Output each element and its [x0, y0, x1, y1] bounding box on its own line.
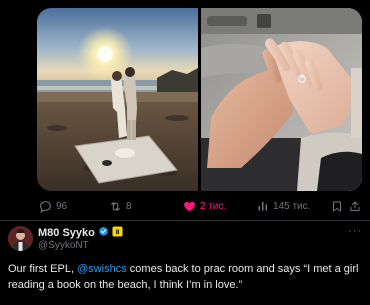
affiliate-badge-icon[interactable]: 8	[112, 224, 123, 242]
author-name[interactable]: M80 Syyko	[38, 227, 95, 239]
holding-hands-photo[interactable]	[201, 8, 362, 191]
mention-link[interactable]: @swishcs	[77, 263, 127, 275]
verified-badge-icon	[98, 224, 109, 242]
views-bar-icon	[258, 202, 267, 211]
views-button[interactable]: 145 тис.	[257, 197, 310, 215]
repost-button[interactable]: 8	[109, 197, 132, 215]
views-count: 145 тис.	[273, 200, 311, 212]
bookmark-button[interactable]	[331, 197, 343, 215]
tweet-media-grid	[37, 8, 362, 191]
bookmark-icon	[333, 201, 341, 211]
reply-icon	[40, 200, 51, 213]
tweet-text: Our first EPL, @swishcs comes back to pr…	[8, 261, 364, 293]
repost-icon	[111, 201, 120, 211]
svg-text:8: 8	[116, 228, 120, 235]
reply-count: 96	[56, 200, 68, 212]
tweet-divider	[0, 220, 370, 221]
tweet-actions-bar: 96 8 2 тис. 145 тис.	[37, 194, 362, 218]
quoted-author: M80 Syyko 8 @SyykoNT	[38, 224, 288, 252]
share-button[interactable]	[349, 197, 361, 215]
avatar[interactable]	[8, 226, 33, 251]
share-icon	[350, 201, 360, 211]
like-button[interactable]: 2 тис.	[183, 197, 226, 215]
tweet-text-part-1: Our first EPL,	[8, 263, 78, 275]
reply-button[interactable]: 96	[39, 197, 67, 215]
like-count: 2 тис.	[200, 200, 227, 212]
author-handle[interactable]: @SyykoNT	[38, 240, 288, 251]
beach-couple-photo[interactable]	[37, 8, 198, 191]
author-name-row: M80 Syyko 8	[38, 224, 288, 242]
more-dots-icon[interactable]: ···	[346, 226, 364, 238]
repost-count: 8	[126, 200, 132, 212]
heart-filled-icon	[184, 201, 195, 211]
